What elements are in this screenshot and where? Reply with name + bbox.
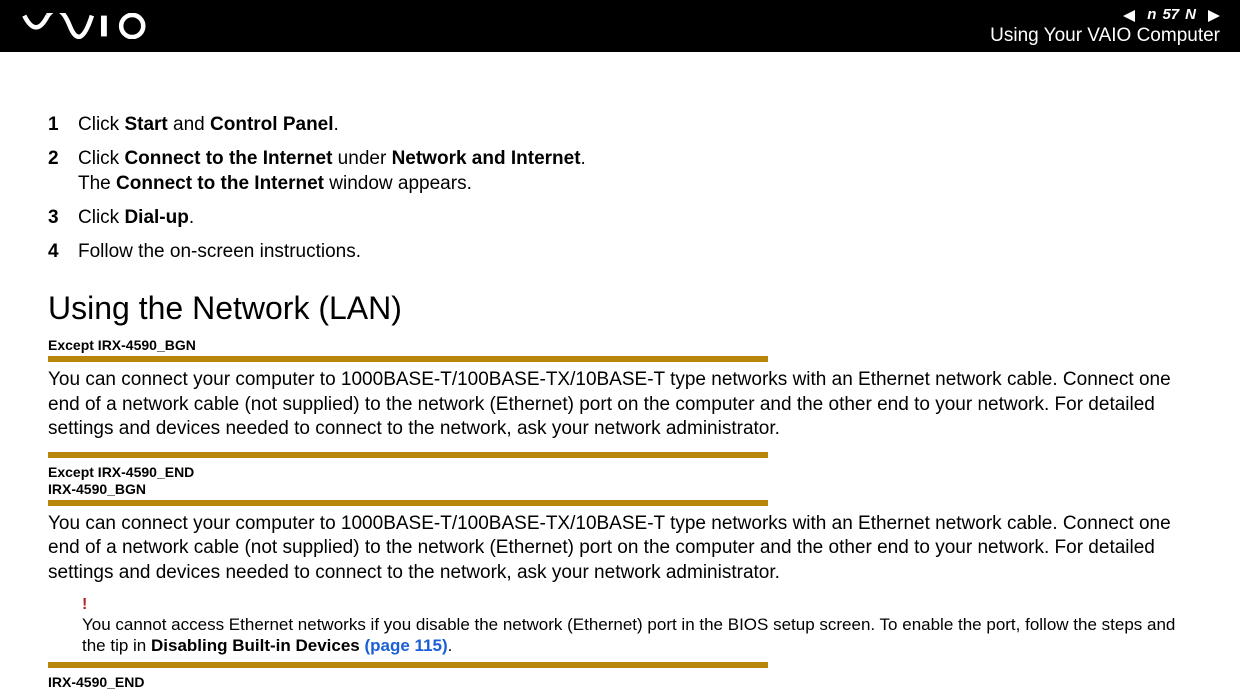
step-list: 1 Click Start and Control Panel. 2 Click…	[48, 112, 1192, 264]
model-tag: IRX-4590_END	[48, 674, 1192, 691]
next-page-arrow[interactable]	[1202, 10, 1220, 22]
prev-page-arrow[interactable]	[1123, 10, 1141, 22]
step-item: 3 Click Dial-up.	[48, 205, 1192, 231]
step-number: 1	[48, 112, 78, 138]
step-body: Click Start and Control Panel.	[78, 112, 1192, 138]
note-text: You cannot access Ethernet networks if y…	[82, 614, 1192, 657]
lan-paragraph-1: You can connect your computer to 1000BAS…	[48, 368, 1192, 442]
step-item: 2 Click Connect to the Internet under Ne…	[48, 146, 1192, 197]
header-right: n 57 N Using Your VAIO Computer	[990, 5, 1220, 46]
gold-rule	[48, 662, 768, 668]
header-subtitle: Using Your VAIO Computer	[990, 26, 1220, 47]
step-body: Click Dial-up.	[78, 205, 1192, 231]
gold-rule	[48, 452, 768, 458]
vaio-logo	[18, 13, 158, 39]
page-link[interactable]: (page 115)	[365, 636, 448, 655]
step-number: 4	[48, 239, 78, 265]
model-tag: Except IRX-4590_END IRX-4590_BGN	[48, 464, 1192, 498]
nav-arrows: n 57 N	[990, 7, 1220, 24]
caution-note: ! You cannot access Ethernet networks if…	[82, 596, 1192, 657]
lan-paragraph-2: You can connect your computer to 1000BAS…	[48, 512, 1192, 586]
step-body: Click Connect to the Internet under Netw…	[78, 146, 1192, 197]
step-item: 1 Click Start and Control Panel.	[48, 112, 1192, 138]
gold-rule	[48, 500, 768, 506]
model-tag: Except IRX-4590_BGN	[48, 337, 1192, 354]
step-item: 4 Follow the on-screen instructions.	[48, 239, 1192, 265]
bang-icon: !	[82, 596, 1192, 614]
gold-rule	[48, 356, 768, 362]
step-number: 3	[48, 205, 78, 231]
content: 1 Click Start and Control Panel. 2 Click…	[0, 52, 1240, 691]
n-letter-right: N	[1185, 7, 1196, 24]
step-body: Follow the on-screen instructions.	[78, 239, 1192, 265]
n-letter-left: n	[1147, 7, 1156, 24]
header-bar: n 57 N Using Your VAIO Computer	[0, 0, 1240, 52]
page-number: 57	[1162, 7, 1179, 24]
section-heading: Using the Network (LAN)	[48, 290, 1192, 327]
step-number: 2	[48, 146, 78, 172]
